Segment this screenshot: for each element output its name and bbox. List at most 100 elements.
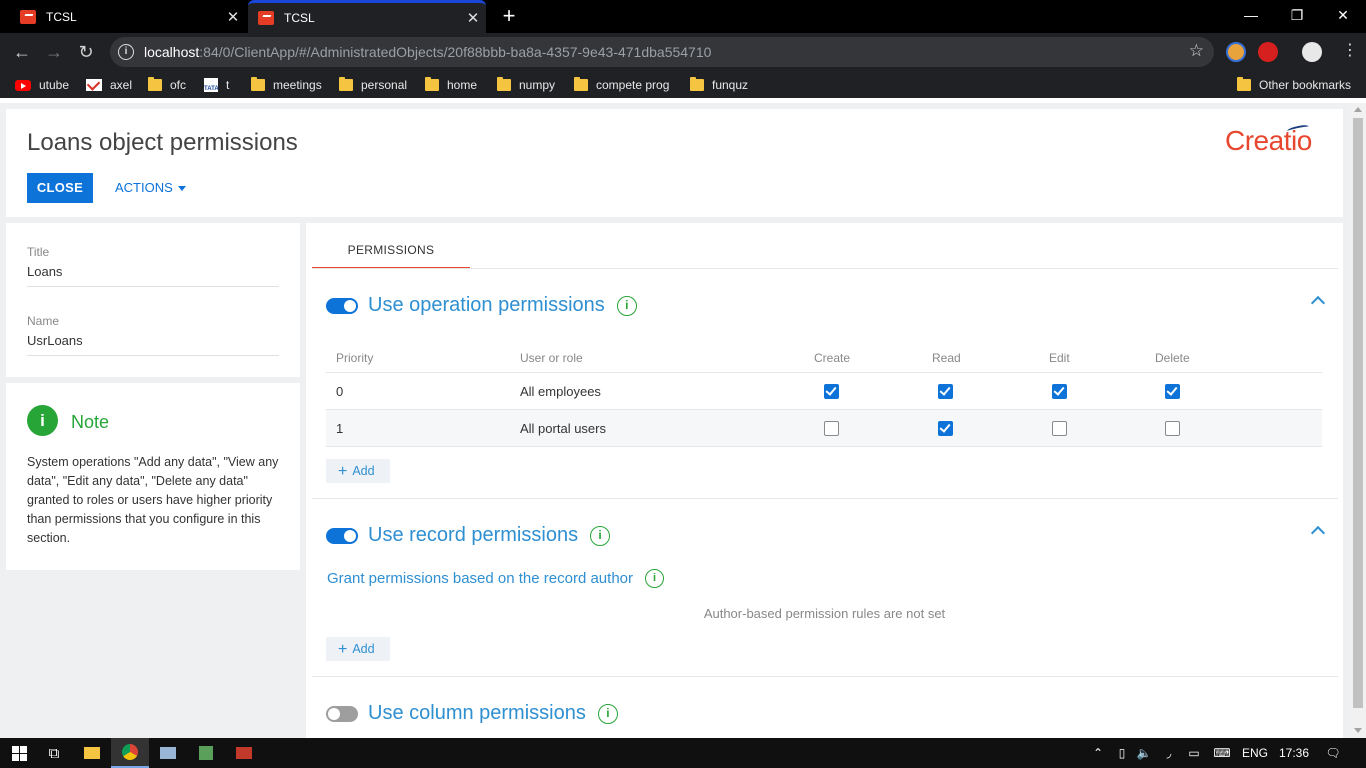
page-header: Loans object permissions CLOSE ACTIONS C…: [6, 109, 1343, 217]
chrome-taskbar-icon[interactable]: [111, 738, 149, 768]
column-permissions-toggle[interactable]: [326, 705, 358, 722]
remote-desktop-icon[interactable]: [149, 738, 187, 768]
table-row[interactable]: 0 All employees: [326, 373, 1322, 410]
close-icon[interactable]: ✕: [460, 9, 486, 27]
column-delete[interactable]: Delete: [1155, 349, 1190, 367]
network-icon[interactable]: ◞: [1158, 738, 1180, 768]
chevron-up-icon[interactable]: [1310, 525, 1326, 541]
operation-permissions-header: Use operation permissions i: [326, 294, 637, 317]
app-icon[interactable]: [187, 738, 225, 768]
note-panel: i Note System operations "Add any data",…: [6, 383, 300, 570]
table-row[interactable]: 1 All portal users: [326, 410, 1322, 447]
menu-kebab-icon[interactable]: ⋮: [1342, 41, 1358, 61]
add-record-permission-button[interactable]: + Add: [326, 637, 390, 661]
window-close-icon[interactable]: ✕: [1320, 0, 1366, 30]
info-icon[interactable]: i: [645, 569, 664, 588]
folder-icon: [497, 77, 511, 91]
create-checkbox[interactable]: [824, 384, 839, 399]
clock[interactable]: 17:36: [1276, 738, 1312, 768]
profile-avatar-icon[interactable]: [1302, 42, 1322, 62]
tray-chevron-up-icon[interactable]: ⌃: [1088, 738, 1108, 768]
grant-author-permissions-link[interactable]: Grant permissions based on the record au…: [327, 569, 664, 588]
start-button[interactable]: [0, 738, 38, 768]
plus-icon: +: [338, 641, 348, 658]
site-info-icon[interactable]: i: [118, 44, 134, 60]
gmail-icon: [86, 79, 102, 91]
language-indicator[interactable]: ENG: [1238, 738, 1272, 768]
add-operation-permission-button[interactable]: + Add: [326, 459, 390, 483]
record-permissions-title: Use record permissions: [368, 524, 579, 546]
section-divider: [312, 676, 1338, 677]
bookmark-utube[interactable]: utube: [15, 76, 69, 94]
bookmark-t[interactable]: TATA t: [204, 76, 229, 94]
notifications-icon[interactable]: 🗨: [1320, 738, 1346, 768]
column-read[interactable]: Read: [932, 349, 961, 367]
file-explorer-icon[interactable]: [73, 738, 111, 768]
reload-icon[interactable]: ↻: [74, 40, 98, 64]
bookmark-star-icon[interactable]: ☆: [1189, 41, 1204, 61]
info-icon[interactable]: i: [590, 525, 611, 546]
url-text[interactable]: localhost:84/0/ClientApp/#/Administrated…: [144, 44, 711, 60]
bookmark-home[interactable]: home: [425, 76, 477, 94]
create-checkbox[interactable]: [824, 421, 839, 436]
minimize-icon[interactable]: —: [1228, 0, 1274, 30]
extension-adblock-icon[interactable]: [1258, 42, 1278, 62]
column-user-or-role[interactable]: User or role: [520, 349, 583, 367]
extension-owl-icon[interactable]: [1226, 42, 1246, 62]
close-button[interactable]: CLOSE: [27, 173, 93, 203]
operation-permissions-toggle[interactable]: [326, 297, 358, 314]
bookmark-personal[interactable]: personal: [339, 76, 407, 94]
name-label: Name: [27, 314, 60, 328]
title-field[interactable]: Loans: [27, 264, 279, 287]
chevron-up-icon[interactable]: [1310, 295, 1326, 311]
bookmark-numpy[interactable]: numpy: [497, 76, 555, 94]
task-view-icon[interactable]: ⧉: [35, 738, 73, 768]
record-permissions-header: Use record permissions i: [326, 524, 611, 547]
read-checkbox[interactable]: [938, 384, 953, 399]
restore-icon[interactable]: ❐: [1274, 0, 1320, 30]
close-icon[interactable]: ✕: [220, 8, 246, 26]
read-checkbox[interactable]: [938, 421, 953, 436]
delete-checkbox[interactable]: [1165, 384, 1180, 399]
record-permissions-toggle[interactable]: [326, 527, 358, 544]
bookmark-compete-prog[interactable]: compete prog: [574, 76, 669, 94]
toolbox-icon[interactable]: [225, 738, 263, 768]
scroll-up-arrow-icon[interactable]: [1354, 107, 1362, 112]
tab-permissions[interactable]: PERMISSIONS: [312, 241, 470, 269]
other-bookmarks[interactable]: Other bookmarks: [1237, 76, 1351, 94]
scroll-down-arrow-icon[interactable]: [1354, 728, 1362, 733]
browser-tab-2[interactable]: TCSL ✕: [248, 0, 486, 33]
name-field[interactable]: UsrLoans: [27, 333, 279, 356]
page-scrollbar[interactable]: [1350, 103, 1366, 738]
scrollbar-thumb[interactable]: [1353, 118, 1363, 708]
edit-checkbox[interactable]: [1052, 384, 1067, 399]
bookmark-ofc[interactable]: ofc: [148, 76, 186, 94]
new-tab-plus-icon[interactable]: +: [498, 4, 520, 28]
volume-icon[interactable]: 🔈: [1134, 738, 1154, 768]
browser-tab-bar: TCSL ✕ TCSL ✕ + — ❐ ✕: [0, 0, 1366, 33]
info-icon[interactable]: i: [597, 703, 618, 724]
creatio-favicon-icon: [258, 11, 274, 25]
delete-checkbox[interactable]: [1165, 421, 1180, 436]
title-label: Title: [27, 245, 50, 259]
column-create[interactable]: Create: [814, 349, 850, 367]
tablet-icon[interactable]: ▯: [1112, 738, 1132, 768]
windows-taskbar: ⧉ ⌃ ▯ 🔈 ◞ ▭ ⌨ ENG 17:36 🗨: [0, 738, 1366, 768]
page-content: Loans object permissions CLOSE ACTIONS C…: [0, 103, 1350, 738]
operation-permissions-title: Use operation permissions: [368, 294, 605, 316]
bookmark-meetings[interactable]: meetings: [251, 76, 322, 94]
edit-checkbox[interactable]: [1052, 421, 1067, 436]
browser-tab-1[interactable]: TCSL ✕: [0, 0, 246, 33]
bookmark-funquz[interactable]: funquz: [690, 76, 748, 94]
battery-icon[interactable]: ▭: [1183, 738, 1205, 768]
back-arrow-icon[interactable]: ←: [10, 40, 34, 64]
keyboard-icon[interactable]: ⌨: [1209, 738, 1235, 768]
folder-icon: [251, 77, 265, 91]
bookmark-axel[interactable]: axel: [86, 76, 132, 94]
column-priority[interactable]: Priority: [336, 349, 373, 367]
column-edit[interactable]: Edit: [1049, 349, 1070, 367]
address-bar[interactable]: i localhost:84/0/ClientApp/#/Administrat…: [110, 37, 1214, 67]
forward-arrow-icon[interactable]: →: [42, 40, 66, 64]
actions-dropdown[interactable]: ACTIONS: [115, 173, 186, 203]
info-icon[interactable]: i: [616, 295, 637, 316]
